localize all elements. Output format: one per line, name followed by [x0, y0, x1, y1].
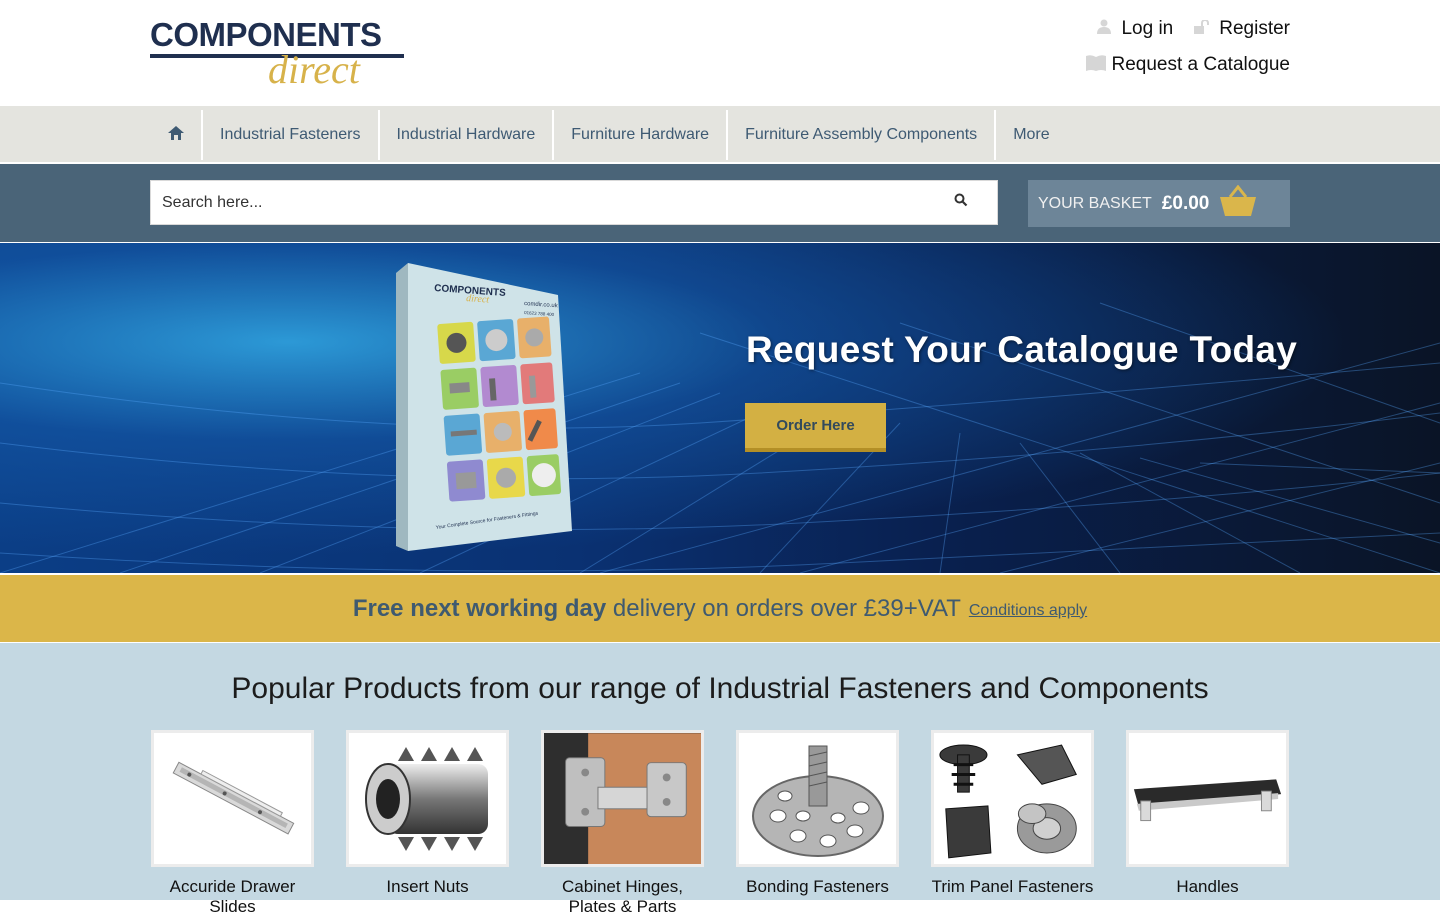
order-here-button[interactable]: Order Here	[745, 403, 886, 452]
conditions-apply-link[interactable]: Conditions apply	[969, 602, 1087, 620]
product-card[interactable]: Insert Nuts	[345, 730, 510, 917]
request-catalogue-link[interactable]: Request a Catalogue	[1085, 54, 1290, 77]
login-link[interactable]: Log in	[1095, 18, 1173, 40]
product-image-trim-panel-fasteners	[931, 730, 1094, 867]
register-label: Register	[1219, 18, 1290, 39]
logo-text-bottom: direct	[268, 47, 360, 92]
popular-products-section: Popular Products from our range of Indus…	[0, 643, 1440, 916]
product-name: Bonding Fasteners	[746, 877, 889, 896]
product-card[interactable]: Bonding Fasteners	[735, 730, 900, 917]
home-icon	[167, 125, 184, 145]
basket-button[interactable]: YOUR BASKET £0.00	[1028, 180, 1290, 227]
product-name: Accuride Drawer Slides	[169, 877, 296, 916]
product-card[interactable]: Cabinet Hinges, Plates & Parts	[540, 730, 705, 917]
site-header: COMPONENTS direct Log in Register Reques…	[0, 0, 1440, 106]
product-name: Insert Nuts	[386, 877, 469, 896]
search-box	[150, 180, 998, 225]
unlock-icon	[1193, 19, 1211, 39]
product-grid: Accuride Drawer Slides Insert Nuts Cabin…	[150, 730, 1290, 917]
search-band: YOUR BASKET £0.00	[0, 164, 1440, 242]
search-icon	[954, 193, 968, 212]
hero-grid-background	[0, 302, 1440, 573]
nav-furniture-assembly-components[interactable]: Furniture Assembly Components	[728, 110, 997, 160]
product-name: Handles	[1176, 877, 1239, 896]
popular-products-title: Popular Products from our range of Indus…	[231, 672, 1209, 705]
product-image-insert-nuts	[346, 730, 509, 867]
catalogue-image: COMPONENTS direct comdir.co.uk 01623 788…	[396, 263, 572, 551]
login-label: Log in	[1121, 18, 1174, 39]
hero-title: Request Your Catalogue Today	[746, 329, 1298, 370]
product-card[interactable]: Accuride Drawer Slides	[150, 730, 315, 917]
product-name: Trim Panel Fasteners	[931, 877, 1094, 896]
user-icon	[1095, 19, 1113, 39]
product-name: Cabinet Hinges, Plates & Parts	[562, 877, 683, 916]
nav-industrial-fasteners[interactable]: Industrial Fasteners	[203, 110, 380, 160]
nav-more[interactable]: More	[996, 110, 1066, 160]
delivery-highlight: Free next working day	[352, 594, 607, 622]
catalogue-hero-banner: COMPONENTS direct comdir.co.uk 01623 788…	[0, 243, 1440, 573]
product-image-handles	[1126, 730, 1289, 867]
search-button[interactable]	[925, 181, 997, 224]
product-image-drawer-slides	[151, 730, 314, 867]
delivery-banner: Free next working day delivery on orders…	[0, 575, 1440, 642]
basket-label: YOUR BASKET	[1038, 194, 1152, 212]
catalogue-brand-bottom: direct	[466, 293, 490, 306]
delivery-text: delivery on orders over £39+VAT	[606, 594, 961, 622]
site-logo[interactable]: COMPONENTS direct	[150, 16, 410, 92]
request-catalogue-label: Request a Catalogue	[1111, 54, 1290, 75]
basket-icon	[1219, 184, 1257, 222]
book-icon	[1085, 54, 1107, 77]
basket-amount: £0.00	[1161, 192, 1210, 214]
nav-furniture-hardware[interactable]: Furniture Hardware	[554, 110, 729, 160]
product-card[interactable]: Handles	[1125, 730, 1290, 917]
register-link[interactable]: Register	[1193, 18, 1290, 40]
product-card[interactable]: Trim Panel Fasteners	[930, 730, 1095, 917]
product-image-cabinet-hinges	[541, 730, 704, 867]
product-image-bonding-fasteners	[736, 730, 899, 867]
account-links: Log in Register Request a Catalogue	[1050, 16, 1290, 78]
nav-industrial-hardware[interactable]: Industrial Hardware	[380, 110, 555, 160]
main-nav: Industrial Fasteners Industrial Hardware…	[150, 106, 1067, 164]
search-input[interactable]	[151, 181, 925, 224]
nav-home[interactable]	[150, 110, 203, 160]
